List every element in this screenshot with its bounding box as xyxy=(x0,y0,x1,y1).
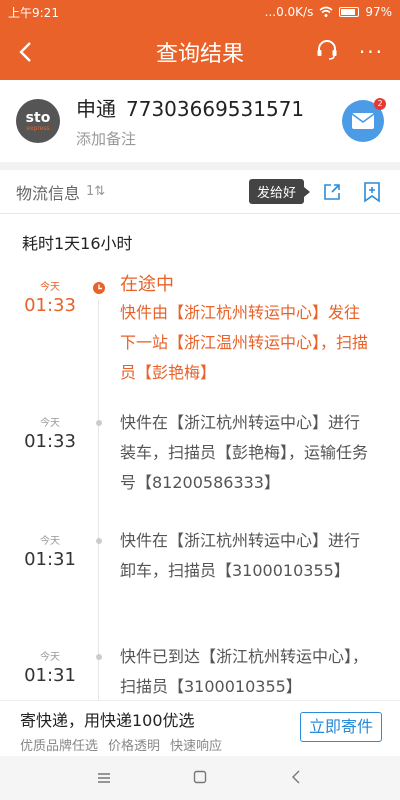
menu-nav-button[interactable] xyxy=(92,769,116,788)
wifi-icon xyxy=(319,6,333,17)
event-text: 快件在【浙江杭州转运中心】进行装车，扫描员【彭艳梅】，运输任务号【8120058… xyxy=(120,413,369,492)
sort-toggle[interactable]: 1⇅ xyxy=(86,184,105,199)
chevron-left-icon xyxy=(19,42,31,62)
battery-level: 97% xyxy=(365,5,392,19)
event-time: 01:33 xyxy=(24,295,76,316)
more-button[interactable]: ··· xyxy=(359,40,384,64)
home-square-icon xyxy=(193,770,207,783)
event-day: 今天 xyxy=(40,282,60,293)
courier-name: 申通 xyxy=(76,97,116,121)
status-indicators: ...0.0K/s 97% xyxy=(265,5,392,19)
current-status-icon xyxy=(92,280,106,294)
event-text: 快件在【浙江杭州转运中心】进行卸车，扫描员【3100010355】 xyxy=(120,531,361,580)
tracking-timeline: 今天 01:33 在途中 快件由【浙江杭州转运中心】发往下一站【浙江温州转运中心… xyxy=(0,272,400,732)
sto-logo: sto express xyxy=(16,99,60,143)
home-nav-button[interactable] xyxy=(188,769,212,788)
share-button[interactable] xyxy=(320,180,344,204)
event-dot xyxy=(96,420,102,426)
back-nav-button[interactable] xyxy=(284,769,308,788)
promo-feature: 价格透明 xyxy=(108,739,161,754)
logistics-header: 物流信息 1⇅ 发给好 xyxy=(0,170,400,214)
network-speed: ...0.0K/s xyxy=(264,5,314,19)
tracking-number: 77303669531571 xyxy=(126,97,305,121)
event-text: 快件由【浙江杭州转运中心】发往下一站【浙江温州转运中心】，扫描员【彭艳梅】 xyxy=(120,303,369,382)
event-dot xyxy=(96,538,102,544)
logistics-label: 物流信息 xyxy=(16,183,81,203)
menu-icon xyxy=(98,772,110,783)
headset-icon xyxy=(317,40,337,60)
send-now-button[interactable]: 立即寄件 xyxy=(300,712,382,742)
message-badge: 2 xyxy=(374,98,386,110)
back-button[interactable] xyxy=(0,24,50,80)
event-day: 今天 xyxy=(40,418,60,429)
promo-feature: 优质品牌任选 xyxy=(20,739,99,754)
share-icon xyxy=(324,183,340,200)
event-dot xyxy=(96,654,102,660)
logo-subtext: express xyxy=(26,124,50,132)
back-triangle-icon xyxy=(292,770,300,783)
system-nav-bar xyxy=(0,756,400,800)
courier-card: sto express 申通 77303669531571 添加备注 2 xyxy=(0,80,400,162)
logo-text: sto xyxy=(25,109,51,126)
elapsed-time: 耗时1天16小时 xyxy=(22,234,133,253)
timeline-event: 今天 01:33 快件在【浙江杭州转运中心】进行装车，扫描员【彭艳梅】，运输任务… xyxy=(0,408,400,526)
section-divider xyxy=(0,162,400,170)
timeline-event: 今天 01:33 在途中 快件由【浙江杭州转运中心】发往下一站【浙江温州转运中心… xyxy=(0,272,400,408)
status-time: 上午9:21 xyxy=(8,5,59,20)
timeline-event: 今天 01:31 快件在【浙江杭州转运中心】进行卸车，扫描员【310001035… xyxy=(0,526,400,642)
envelope-icon xyxy=(351,113,375,129)
bookmark-button[interactable] xyxy=(360,180,384,204)
message-button[interactable]: 2 xyxy=(342,98,386,142)
bookmark-add-icon xyxy=(364,181,380,203)
event-time: 01:31 xyxy=(24,549,76,570)
event-day: 今天 xyxy=(40,652,60,663)
support-button[interactable] xyxy=(315,38,339,66)
share-tooltip: 发给好 xyxy=(248,179,311,204)
battery-icon xyxy=(339,7,360,17)
event-time: 01:31 xyxy=(24,665,76,686)
status-bar: 上午9:21 ...0.0K/s 97% xyxy=(0,0,400,24)
event-day: 今天 xyxy=(40,536,60,547)
promo-banner: 寄快递，用快递100优选 优质品牌任选 价格透明 快速响应 立即寄件 xyxy=(0,700,400,756)
top-bar: 查询结果 ··· xyxy=(0,24,400,80)
event-time: 01:33 xyxy=(24,431,76,452)
add-note-link[interactable]: 添加备注 xyxy=(76,128,304,149)
event-status: 在途中 xyxy=(120,274,174,295)
promo-feature: 快速响应 xyxy=(170,739,223,754)
